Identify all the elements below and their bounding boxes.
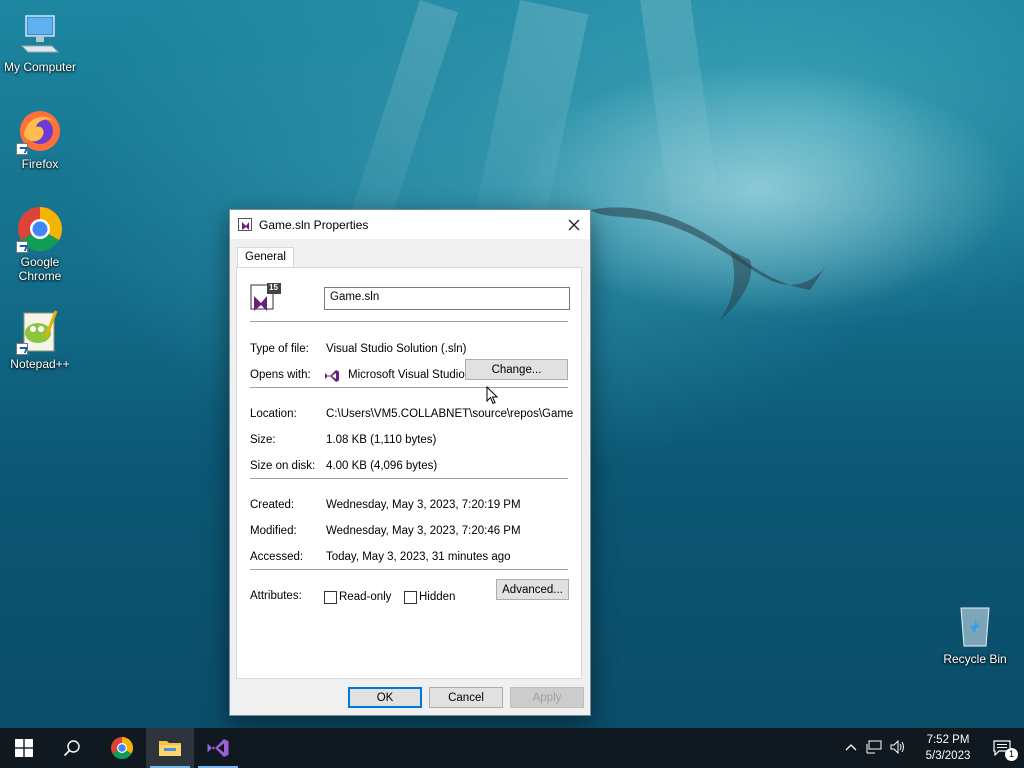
desktop-icon-notepad-plus-plus[interactable]: Notepad++ xyxy=(0,307,80,371)
desktop-icon-label: Notepad++ xyxy=(10,357,70,371)
wallpaper-swimmer xyxy=(590,207,830,320)
shortcut-arrow-icon xyxy=(16,343,28,355)
version-badge: 15 xyxy=(269,283,278,292)
separator xyxy=(250,569,568,570)
notification-count-badge: 1 xyxy=(1005,748,1018,761)
location-label: Location: xyxy=(250,408,297,420)
created-label: Created: xyxy=(250,499,295,511)
speaker-icon xyxy=(890,739,904,754)
desktop-icon-label: My Computer xyxy=(3,60,77,74)
mouse-cursor-icon xyxy=(486,386,498,405)
taskbar-chrome[interactable] xyxy=(98,728,146,768)
file-name-input[interactable]: Game.sln xyxy=(324,287,570,310)
tab-page-general: 15 Game.sln Type of file: Visual Studio … xyxy=(236,267,582,679)
start-button[interactable] xyxy=(0,728,48,768)
clock-date: 5/3/2023 xyxy=(925,750,971,762)
firefox-icon xyxy=(16,107,64,155)
hidden-label[interactable]: Hidden xyxy=(419,591,455,603)
size-on-disk-value: 4.00 KB (4,096 bytes) xyxy=(326,460,438,472)
chrome-icon xyxy=(16,205,64,253)
search-icon xyxy=(63,740,80,757)
desktop-icon-my-computer[interactable]: My Computer xyxy=(0,10,80,74)
chevron-up-icon xyxy=(845,744,857,751)
solution-file-icon xyxy=(238,217,254,233)
separator xyxy=(250,321,568,322)
chrome-icon xyxy=(111,737,133,759)
solution-file-large-icon: 15 xyxy=(250,282,282,314)
accessed-value: Today, May 3, 2023, 31 minutes ago xyxy=(326,551,511,563)
action-center-button[interactable]: 1 xyxy=(980,728,1024,768)
created-value: Wednesday, May 3, 2023, 7:20:19 PM xyxy=(326,499,521,511)
ok-button[interactable]: OK xyxy=(348,687,422,708)
opens-with-value: Microsoft Visual Studio xyxy=(348,369,465,381)
desktop-icon-label: Recycle Bin xyxy=(943,652,1007,666)
cancel-button[interactable]: Cancel xyxy=(429,687,503,708)
dialog-title: Game.sln Properties xyxy=(259,217,369,232)
desktop-icon-google-chrome[interactable]: Google Chrome xyxy=(0,205,80,283)
size-value: 1.08 KB (1,110 bytes) xyxy=(326,434,437,446)
change-button[interactable]: Change... xyxy=(465,359,568,380)
desktop-icon-recycle-bin[interactable]: Recycle Bin xyxy=(935,602,1015,666)
size-on-disk-label: Size on disk: xyxy=(250,460,316,472)
clock[interactable]: 7:52 PM 5/3/2023 xyxy=(916,732,980,764)
folder-icon xyxy=(159,741,181,756)
desktop-icon-label: Firefox xyxy=(21,157,59,171)
notepad-plus-plus-icon xyxy=(16,307,64,355)
read-only-checkbox[interactable] xyxy=(324,591,337,604)
tab-general[interactable]: General xyxy=(237,247,294,268)
clock-time: 7:52 PM xyxy=(926,734,970,746)
network-button[interactable] xyxy=(862,740,886,757)
location-value: C:\Users\VM5.COLLABNET\source\repos\Game xyxy=(326,408,574,420)
search-button[interactable] xyxy=(48,728,96,768)
type-of-file-label: Type of file: xyxy=(250,343,309,355)
taskbar: 7:52 PM 5/3/2023 1 xyxy=(0,728,1024,768)
modified-label: Modified: xyxy=(250,525,297,537)
volume-button[interactable] xyxy=(886,739,910,757)
system-tray: 7:52 PM 5/3/2023 1 xyxy=(840,728,1024,768)
separator xyxy=(250,478,568,479)
show-hidden-icons-button[interactable] xyxy=(840,742,862,754)
separator xyxy=(250,387,568,388)
visual-studio-icon xyxy=(207,739,229,757)
size-label: Size: xyxy=(250,434,276,446)
modified-value: Wednesday, May 3, 2023, 7:20:46 PM xyxy=(326,525,521,537)
network-icon xyxy=(866,740,882,753)
hidden-checkbox[interactable] xyxy=(404,591,417,604)
attributes-label: Attributes: xyxy=(250,590,302,602)
windows-logo-icon xyxy=(15,739,33,757)
advanced-button[interactable]: Advanced... xyxy=(496,579,569,600)
accessed-label: Accessed: xyxy=(250,551,304,563)
shortcut-arrow-icon xyxy=(16,143,28,155)
computer-icon xyxy=(16,10,64,58)
close-button[interactable] xyxy=(558,210,590,239)
opens-with-label: Opens with: xyxy=(250,369,311,381)
read-only-label[interactable]: Read-only xyxy=(339,591,391,603)
close-icon xyxy=(568,219,580,230)
recycle-bin-icon xyxy=(951,602,999,650)
visual-studio-icon xyxy=(324,368,340,384)
shortcut-arrow-icon xyxy=(16,241,28,253)
taskbar-visual-studio[interactable] xyxy=(194,728,242,768)
type-of-file-value: Visual Studio Solution (.sln) xyxy=(326,343,467,355)
desktop-icon-firefox[interactable]: Firefox xyxy=(0,107,80,171)
desktop-icon-label: Google Chrome xyxy=(18,255,62,283)
taskbar-file-explorer[interactable] xyxy=(146,728,194,768)
dialog-title-bar[interactable]: Game.sln Properties xyxy=(230,210,590,239)
apply-button[interactable]: Apply xyxy=(510,687,584,708)
properties-dialog: Game.sln Properties General 15 Game.sln … xyxy=(229,209,591,716)
